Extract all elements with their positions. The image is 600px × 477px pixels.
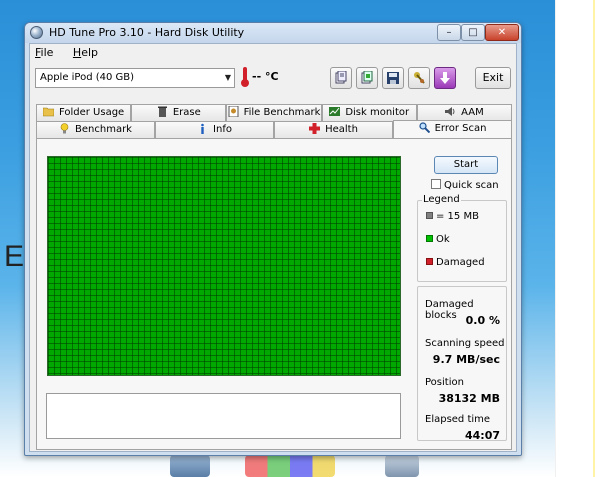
- quick-scan-checkbox[interactable]: Quick scan: [431, 179, 499, 193]
- elapsed-time-label: Elapsed time: [425, 414, 491, 425]
- tab-file-benchmark[interactable]: File Benchmark: [226, 104, 322, 121]
- copy-text-button[interactable]: [330, 67, 352, 89]
- tab-error-scan[interactable]: Error Scan: [393, 120, 512, 138]
- taskbar-icons: [150, 455, 450, 477]
- window-title: HD Tune Pro 3.10 - Hard Disk Utility: [49, 26, 245, 39]
- hdtune-window: HD Tune Pro 3.10 - Hard Disk Utility – □…: [24, 22, 522, 456]
- legend-title: Legend: [422, 194, 461, 205]
- windows-logo-icon[interactable]: [245, 455, 335, 477]
- gray-square-icon: [426, 212, 433, 219]
- thermometer-icon: [241, 67, 249, 87]
- legend-block-size: = 15 MB: [426, 211, 479, 222]
- app-icon: [30, 26, 43, 39]
- tab-row-top: Folder Usage Erase File Benchmark Disk moni…: [36, 104, 513, 121]
- error-scan-panel: Start Quick scan Legend = 15 MB Ok Damag…: [36, 138, 512, 450]
- tab-label: Folder Usage: [58, 107, 125, 118]
- maximize-button[interactable]: □: [461, 24, 485, 41]
- client-area: File Help Apple iPod (40 GB) ▼ -- °C Exi…: [29, 43, 517, 452]
- elapsed-time-value: 44:07: [464, 429, 500, 442]
- tab-label: Info: [213, 124, 232, 135]
- menu-help[interactable]: Help: [70, 45, 101, 60]
- menu-file[interactable]: File: [32, 45, 56, 60]
- tab-label: Error Scan: [434, 123, 487, 134]
- tab-label: File Benchmark: [243, 107, 321, 118]
- menu-bar: File Help: [32, 45, 111, 61]
- copy-screenshot-icon: [361, 71, 373, 84]
- exit-button[interactable]: Exit: [475, 67, 511, 89]
- scanning-speed-value: 9.7 MB/sec: [432, 353, 500, 366]
- right-divider: [593, 0, 595, 477]
- background-letter: E: [4, 240, 25, 273]
- tab-label: AAM: [461, 107, 484, 118]
- tab-info[interactable]: Info: [155, 121, 274, 138]
- title-bar[interactable]: HD Tune Pro 3.10 - Hard Disk Utility – □…: [25, 23, 521, 43]
- lightbulb-icon: [59, 123, 70, 134]
- file-benchmark-icon: [228, 105, 239, 118]
- trash-icon: [157, 106, 168, 117]
- scan-stats: Damaged blocks 0.0 % Scanning speed 9.7 …: [417, 286, 507, 442]
- download-button[interactable]: [434, 67, 456, 89]
- drive-select-value: Apple iPod (40 GB): [40, 72, 135, 83]
- tab-benchmark[interactable]: Benchmark: [36, 121, 155, 138]
- chevron-down-icon: ▼: [224, 73, 231, 82]
- position-value: 38132 MB: [438, 392, 500, 405]
- down-arrow-icon: [440, 72, 450, 84]
- magnifier-icon: [418, 122, 430, 134]
- scan-log-box: [46, 393, 401, 439]
- info-icon: [197, 123, 208, 134]
- position-label: Position: [425, 377, 464, 388]
- scanning-speed-label: Scanning speed: [425, 338, 505, 349]
- tab-folder-usage[interactable]: Folder Usage: [36, 104, 132, 121]
- legend-ok: Ok: [426, 234, 450, 245]
- wrench-icon: [414, 72, 425, 84]
- tab-disk-monitor[interactable]: Disk monitor: [321, 104, 417, 121]
- quick-scan-label: Quick scan: [444, 180, 499, 191]
- tab-label: Benchmark: [75, 124, 132, 135]
- tab-erase[interactable]: Erase: [131, 104, 227, 121]
- drive-select[interactable]: Apple iPod (40 GB) ▼: [35, 68, 235, 88]
- tab-label: Health: [325, 124, 358, 135]
- close-button[interactable]: ✕: [485, 24, 519, 41]
- speaker-icon: [445, 106, 456, 117]
- folder-icon: [42, 106, 55, 117]
- taskbar-app-icon[interactable]: [170, 455, 210, 477]
- health-cross-icon: [309, 123, 321, 134]
- tab-label: Disk monitor: [345, 107, 410, 118]
- recycle-bin-icon[interactable]: [385, 455, 419, 477]
- save-button[interactable]: [382, 67, 404, 89]
- legend-group: Legend = 15 MB Ok Damaged: [417, 194, 507, 282]
- legend-damaged: Damaged: [426, 257, 485, 268]
- tab-row-bottom: Benchmark Info Health Error Scan: [36, 120, 512, 138]
- damaged-blocks-value: 0.0 %: [465, 314, 500, 327]
- red-square-icon: [426, 258, 433, 265]
- checkbox-box[interactable]: [431, 179, 441, 189]
- copy-text-icon: [335, 71, 347, 84]
- tab-health[interactable]: Health: [274, 121, 393, 138]
- start-button[interactable]: Start: [434, 156, 498, 174]
- tab-aam[interactable]: AAM: [416, 104, 513, 121]
- minimize-button[interactable]: –: [437, 24, 461, 41]
- copy-screenshot-button[interactable]: [356, 67, 378, 89]
- tab-label: Erase: [172, 107, 201, 118]
- green-square-icon: [426, 235, 433, 242]
- temperature-readout: -- °C: [252, 70, 279, 83]
- options-button[interactable]: [408, 67, 430, 89]
- floppy-disk-icon: [387, 72, 399, 84]
- scan-block-grid: [47, 156, 401, 376]
- disk-monitor-icon: [329, 106, 341, 117]
